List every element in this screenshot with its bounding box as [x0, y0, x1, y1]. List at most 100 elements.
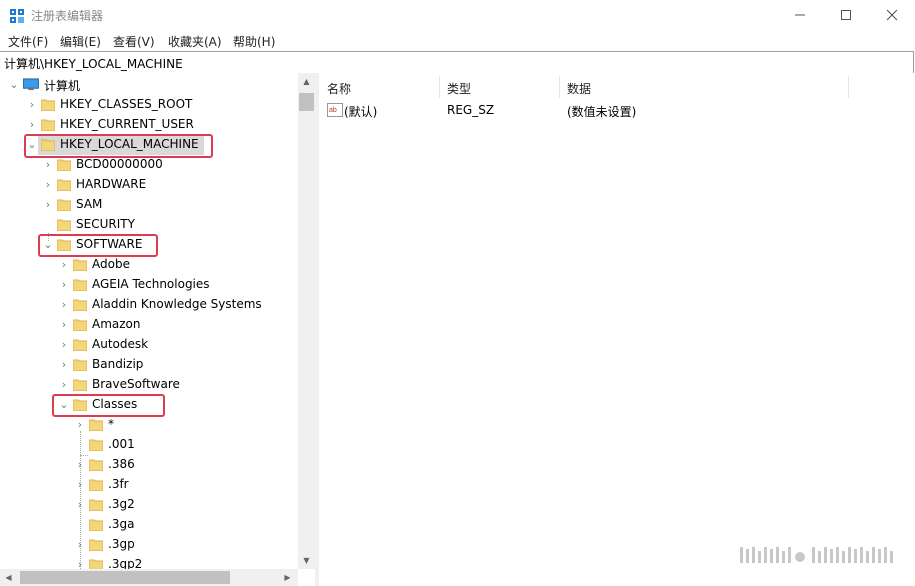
scroll-thumb[interactable] [20, 571, 230, 584]
tree-vertical-scrollbar[interactable]: ▲ ▼ [298, 73, 315, 569]
close-button[interactable] [869, 0, 915, 30]
column-header-name[interactable]: 名称 [327, 80, 351, 97]
tree-item-label: .3gp2 [108, 557, 143, 569]
menu-view[interactable]: 查看(V) [113, 33, 155, 50]
folder-icon [41, 119, 55, 131]
tree-item-class-3fr[interactable]: › .3fr [0, 475, 298, 495]
folder-icon [89, 559, 103, 569]
key-tree[interactable]: ⌄ 计算机 › HKEY_CLASSES_ROOT › HKEY_CURRENT… [0, 73, 298, 569]
tree-item-class-3ga[interactable]: .3ga [0, 515, 298, 535]
maximize-icon [841, 10, 851, 20]
chevron-right-icon[interactable]: › [74, 478, 86, 491]
minimize-button[interactable] [777, 0, 823, 30]
folder-icon [89, 419, 103, 431]
column-divider[interactable] [439, 76, 440, 98]
menu-file[interactable]: 文件(F) [8, 33, 48, 50]
column-divider[interactable] [559, 76, 560, 98]
chevron-right-icon[interactable]: › [58, 278, 70, 291]
scroll-thumb[interactable] [299, 93, 314, 111]
highlight-box [52, 394, 165, 417]
tree-item-ageia[interactable]: › AGEIA Technologies [0, 275, 298, 295]
column-header-data[interactable]: 数据 [567, 80, 591, 97]
chevron-right-icon[interactable]: › [42, 158, 54, 171]
value-name[interactable]: (默认) [344, 103, 377, 120]
scroll-right-icon[interactable]: ▶ [279, 569, 296, 586]
tree-item-hkey-current-user[interactable]: › HKEY_CURRENT_USER [0, 115, 298, 135]
tree-item-autodesk[interactable]: › Autodesk [0, 335, 298, 355]
tree-item-label: HARDWARE [76, 177, 147, 191]
column-divider[interactable] [848, 76, 849, 98]
tree-item-amazon[interactable]: › Amazon [0, 315, 298, 335]
chevron-right-icon[interactable]: › [74, 538, 86, 551]
tree-item-label: .3fr [108, 477, 129, 491]
scroll-left-icon[interactable]: ◀ [0, 569, 17, 586]
menu-edit[interactable]: 编辑(E) [60, 33, 101, 50]
chevron-right-icon[interactable]: › [26, 98, 38, 111]
chevron-right-icon[interactable]: › [58, 318, 70, 331]
tree-item-class-001[interactable]: .001 [0, 435, 298, 455]
tree-item-class-star[interactable]: › * [0, 415, 298, 435]
tree-item-class-386[interactable]: › .386 [0, 455, 298, 475]
value-data: (数值未设置) [567, 105, 637, 119]
chevron-right-icon[interactable]: › [42, 178, 54, 191]
chevron-right-icon[interactable]: › [58, 258, 70, 271]
folder-icon [89, 459, 103, 471]
menu-favorites[interactable]: 收藏夹(A) [168, 33, 222, 50]
computer-icon [23, 78, 39, 91]
chevron-right-icon[interactable]: › [42, 198, 54, 211]
tree-item-sam[interactable]: › SAM [0, 195, 298, 215]
chevron-down-icon[interactable]: ⌄ [8, 78, 20, 91]
folder-icon [57, 199, 71, 211]
chevron-right-icon[interactable]: › [74, 558, 86, 570]
chevron-right-icon[interactable]: › [58, 378, 70, 391]
folder-icon [73, 319, 87, 331]
tree-item-bandizip[interactable]: › Bandizip [0, 355, 298, 375]
chevron-right-icon[interactable]: › [74, 498, 86, 511]
folder-icon [73, 259, 87, 271]
scroll-up-icon[interactable]: ▲ [298, 73, 315, 90]
chevron-right-icon[interactable]: › [74, 418, 86, 431]
tree-item-hardware[interactable]: › HARDWARE [0, 175, 298, 195]
maximize-button[interactable] [823, 0, 869, 30]
tree-item-label: Autodesk [92, 337, 149, 351]
folder-icon [57, 159, 71, 171]
folder-icon [89, 519, 103, 531]
folder-icon [41, 99, 55, 111]
tree-item-aladdin[interactable]: › Aladdin Knowledge Systems [0, 295, 298, 315]
tree-item-label: HKEY_CLASSES_ROOT [60, 97, 193, 111]
folder-icon [73, 339, 87, 351]
tree-item-label: Adobe [92, 257, 130, 271]
folder-icon [73, 379, 87, 391]
tree-item-label: SAM [76, 197, 103, 211]
tree-item-security[interactable]: SECURITY [0, 215, 298, 235]
folder-icon [89, 539, 103, 551]
tree-item-class-3gp[interactable]: › .3gp [0, 535, 298, 555]
menu-help[interactable]: 帮助(H) [233, 33, 275, 50]
tree-item-adobe[interactable]: › Adobe [0, 255, 298, 275]
column-header-type[interactable]: 类型 [447, 80, 471, 97]
tree-item-label: AGEIA Technologies [92, 277, 210, 291]
tree-horizontal-scrollbar[interactable]: ◀ ▶ [0, 569, 298, 586]
scroll-down-icon[interactable]: ▼ [298, 552, 315, 569]
tree-item-bravesoftware[interactable]: › BraveSoftware [0, 375, 298, 395]
address-path[interactable]: 计算机\HKEY_LOCAL_MACHINE [4, 55, 183, 72]
tree-item-label: * [108, 417, 114, 431]
address-bar[interactable]: 计算机\HKEY_LOCAL_MACHINE [0, 51, 914, 74]
values-list[interactable]: 名称 类型 数据 ab (默认) REG_SZ (数值未设置) [319, 73, 915, 586]
tree-item-label: BCD00000000 [76, 157, 163, 171]
chevron-right-icon[interactable]: › [26, 118, 38, 131]
tree-item-bcd[interactable]: › BCD00000000 [0, 155, 298, 175]
folder-icon [57, 219, 71, 231]
tree-item-class-3gp2[interactable]: › .3gp2 [0, 555, 298, 569]
chevron-right-icon[interactable]: › [58, 338, 70, 351]
tree-item-class-3g2[interactable]: › .3g2 [0, 495, 298, 515]
svg-text:ab: ab [329, 107, 337, 114]
chevron-right-icon[interactable]: › [74, 458, 86, 471]
chevron-right-icon[interactable]: › [58, 298, 70, 311]
tree-item-computer[interactable]: ⌄ 计算机 [0, 75, 298, 95]
tree-item-hkey-classes-root[interactable]: › HKEY_CLASSES_ROOT [0, 95, 298, 115]
list-header: 名称 类型 数据 [319, 73, 849, 101]
tree-item-label: .001 [108, 437, 135, 451]
chevron-right-icon[interactable]: › [58, 358, 70, 371]
tree-item-label: 计算机 [44, 79, 81, 93]
